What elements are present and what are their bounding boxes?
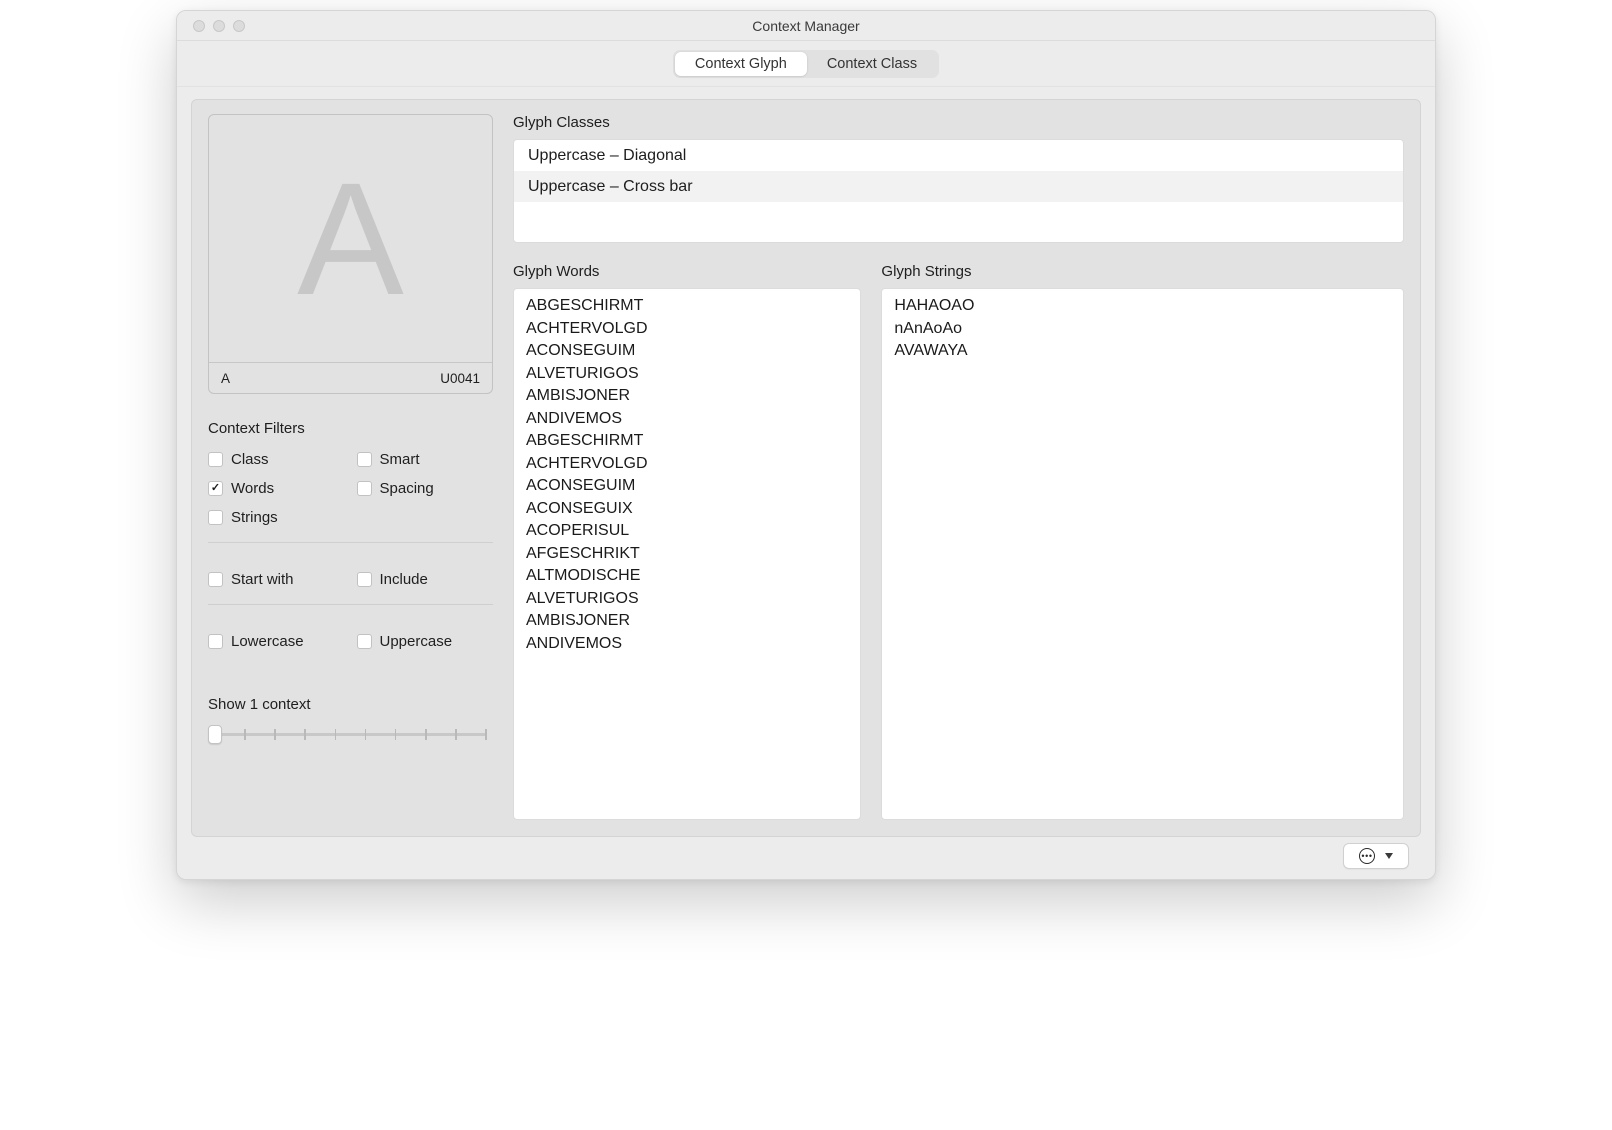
glyph-words-title: Glyph Words <box>513 263 861 280</box>
context-filters-title: Context Filters <box>208 420 493 437</box>
checkbox-class[interactable]: Class <box>208 451 345 468</box>
glyph-class-row[interactable]: Uppercase – Diagonal <box>514 140 1403 171</box>
slider-label: Show 1 context <box>208 696 493 713</box>
glyph-word-item[interactable]: ACONSEGUIX <box>514 498 860 521</box>
slider-ticks <box>214 729 487 740</box>
divider <box>208 542 493 543</box>
main-panel: A A U0041 Context Filters Class <box>191 99 1421 837</box>
segmented-control: Context Glyph Context Class <box>673 50 939 78</box>
close-icon[interactable] <box>193 20 205 32</box>
checkbox-icon <box>357 634 372 649</box>
tab-context-class[interactable]: Context Class <box>807 52 937 76</box>
glyph-string-item[interactable]: HAHAOAO <box>882 295 1403 318</box>
glyph-preview: A <box>209 115 492 363</box>
glyph-word-item[interactable]: ALVETURIGOS <box>514 363 860 386</box>
checkbox-label: Words <box>231 480 274 497</box>
checkbox-label: Class <box>231 451 269 468</box>
right-column: Glyph Classes Uppercase – Diagonal Upper… <box>513 114 1404 820</box>
checkbox-icon <box>208 634 223 649</box>
filter-grid-2: Start with Include <box>208 571 493 588</box>
minimize-icon[interactable] <box>213 20 225 32</box>
filter-grid-1: Class Smart Words Spacing <box>208 451 493 526</box>
checkbox-label: Start with <box>231 571 294 588</box>
glyph-unicode: U0041 <box>440 371 480 386</box>
left-column: A A U0041 Context Filters Class <box>208 114 493 820</box>
glyph-word-item[interactable]: AMBISJONER <box>514 610 860 633</box>
glyph-word-item[interactable]: ANDIVEMOS <box>514 633 860 656</box>
checkbox-include[interactable]: Include <box>357 571 494 588</box>
traffic-lights <box>177 20 245 32</box>
tab-bar: Context Glyph Context Class <box>177 41 1435 87</box>
checkbox-label: Include <box>380 571 428 588</box>
footer: ••• <box>191 837 1421 869</box>
checkbox-smart[interactable]: Smart <box>357 451 494 468</box>
zoom-icon[interactable] <box>233 20 245 32</box>
glyph-preview-card: A A U0041 <box>208 114 493 394</box>
checkbox-lowercase[interactable]: Lowercase <box>208 633 345 650</box>
glyph-name: A <box>221 371 230 386</box>
glyph-word-item[interactable]: ABGESCHIRMT <box>514 295 860 318</box>
glyph-strings-list[interactable]: HAHAOAOnAnAoAoAVAWAYA <box>881 288 1404 820</box>
checkbox-strings[interactable]: Strings <box>208 509 345 526</box>
glyph-string-item[interactable]: nAnAoAo <box>882 318 1403 341</box>
context-count-slider[interactable] <box>208 723 493 745</box>
glyph-word-item[interactable]: ACOPERISUL <box>514 520 860 543</box>
checkbox-icon <box>208 452 223 467</box>
glyph-word-item[interactable]: ALVETURIGOS <box>514 588 860 611</box>
context-manager-window: Context Manager Context Glyph Context Cl… <box>176 10 1436 880</box>
checkbox-label: Strings <box>231 509 278 526</box>
ellipsis-icon: ••• <box>1359 848 1375 864</box>
glyph-words-list[interactable]: ABGESCHIRMTACHTERVOLGDACONSEGUIMALVETURI… <box>513 288 861 820</box>
divider <box>208 604 493 605</box>
glyph-word-item[interactable]: AFGESCHRIKT <box>514 543 860 566</box>
checkbox-label: Lowercase <box>231 633 304 650</box>
glyph-display: A <box>297 159 404 319</box>
checkbox-icon <box>357 481 372 496</box>
checkbox-spacing[interactable]: Spacing <box>357 480 494 497</box>
checkbox-label: Smart <box>380 451 420 468</box>
glyph-word-item[interactable]: AMBISJONER <box>514 385 860 408</box>
window-title: Context Manager <box>177 18 1435 34</box>
glyph-word-item[interactable]: ANDIVEMOS <box>514 408 860 431</box>
glyph-class-row[interactable]: Uppercase – Cross bar <box>514 171 1403 202</box>
tab-context-glyph[interactable]: Context Glyph <box>675 52 807 76</box>
titlebar: Context Manager <box>177 11 1435 41</box>
glyph-string-item[interactable]: AVAWAYA <box>882 340 1403 363</box>
glyph-strings-column: Glyph Strings HAHAOAOnAnAoAoAVAWAYA <box>881 263 1404 820</box>
glyph-words-column: Glyph Words ABGESCHIRMTACHTERVOLGDACONSE… <box>513 263 861 820</box>
glyph-word-item[interactable]: ACHTERVOLGD <box>514 453 860 476</box>
checkbox-icon <box>357 452 372 467</box>
slider-thumb[interactable] <box>208 725 222 744</box>
glyph-word-item[interactable]: ABGESCHIRMT <box>514 430 860 453</box>
glyph-word-item[interactable]: ACONSEGUIM <box>514 340 860 363</box>
glyph-word-item[interactable]: ALTMODISCHE <box>514 565 860 588</box>
glyph-classes-list[interactable]: Uppercase – Diagonal Uppercase – Cross b… <box>513 139 1404 243</box>
checkbox-label: Spacing <box>380 480 434 497</box>
content-area: A A U0041 Context Filters Class <box>177 87 1435 879</box>
checkbox-label: Uppercase <box>380 633 453 650</box>
chevron-down-icon <box>1385 853 1393 859</box>
checkbox-uppercase[interactable]: Uppercase <box>357 633 494 650</box>
checkbox-icon <box>357 572 372 587</box>
glyph-class-row-empty[interactable] <box>514 202 1403 233</box>
glyph-classes-title: Glyph Classes <box>513 114 1404 131</box>
checkbox-words[interactable]: Words <box>208 480 345 497</box>
glyph-strings-title: Glyph Strings <box>881 263 1404 280</box>
checkbox-icon <box>208 481 223 496</box>
filter-grid-3: Lowercase Uppercase <box>208 633 493 650</box>
glyph-word-item[interactable]: ACHTERVOLGD <box>514 318 860 341</box>
checkbox-start-with[interactable]: Start with <box>208 571 345 588</box>
checkbox-icon <box>208 572 223 587</box>
checkbox-icon <box>208 510 223 525</box>
actions-menu-button[interactable]: ••• <box>1343 843 1409 869</box>
glyph-meta: A U0041 <box>209 363 492 393</box>
lower-columns: Glyph Words ABGESCHIRMTACHTERVOLGDACONSE… <box>513 263 1404 820</box>
glyph-word-item[interactable]: ACONSEGUIM <box>514 475 860 498</box>
